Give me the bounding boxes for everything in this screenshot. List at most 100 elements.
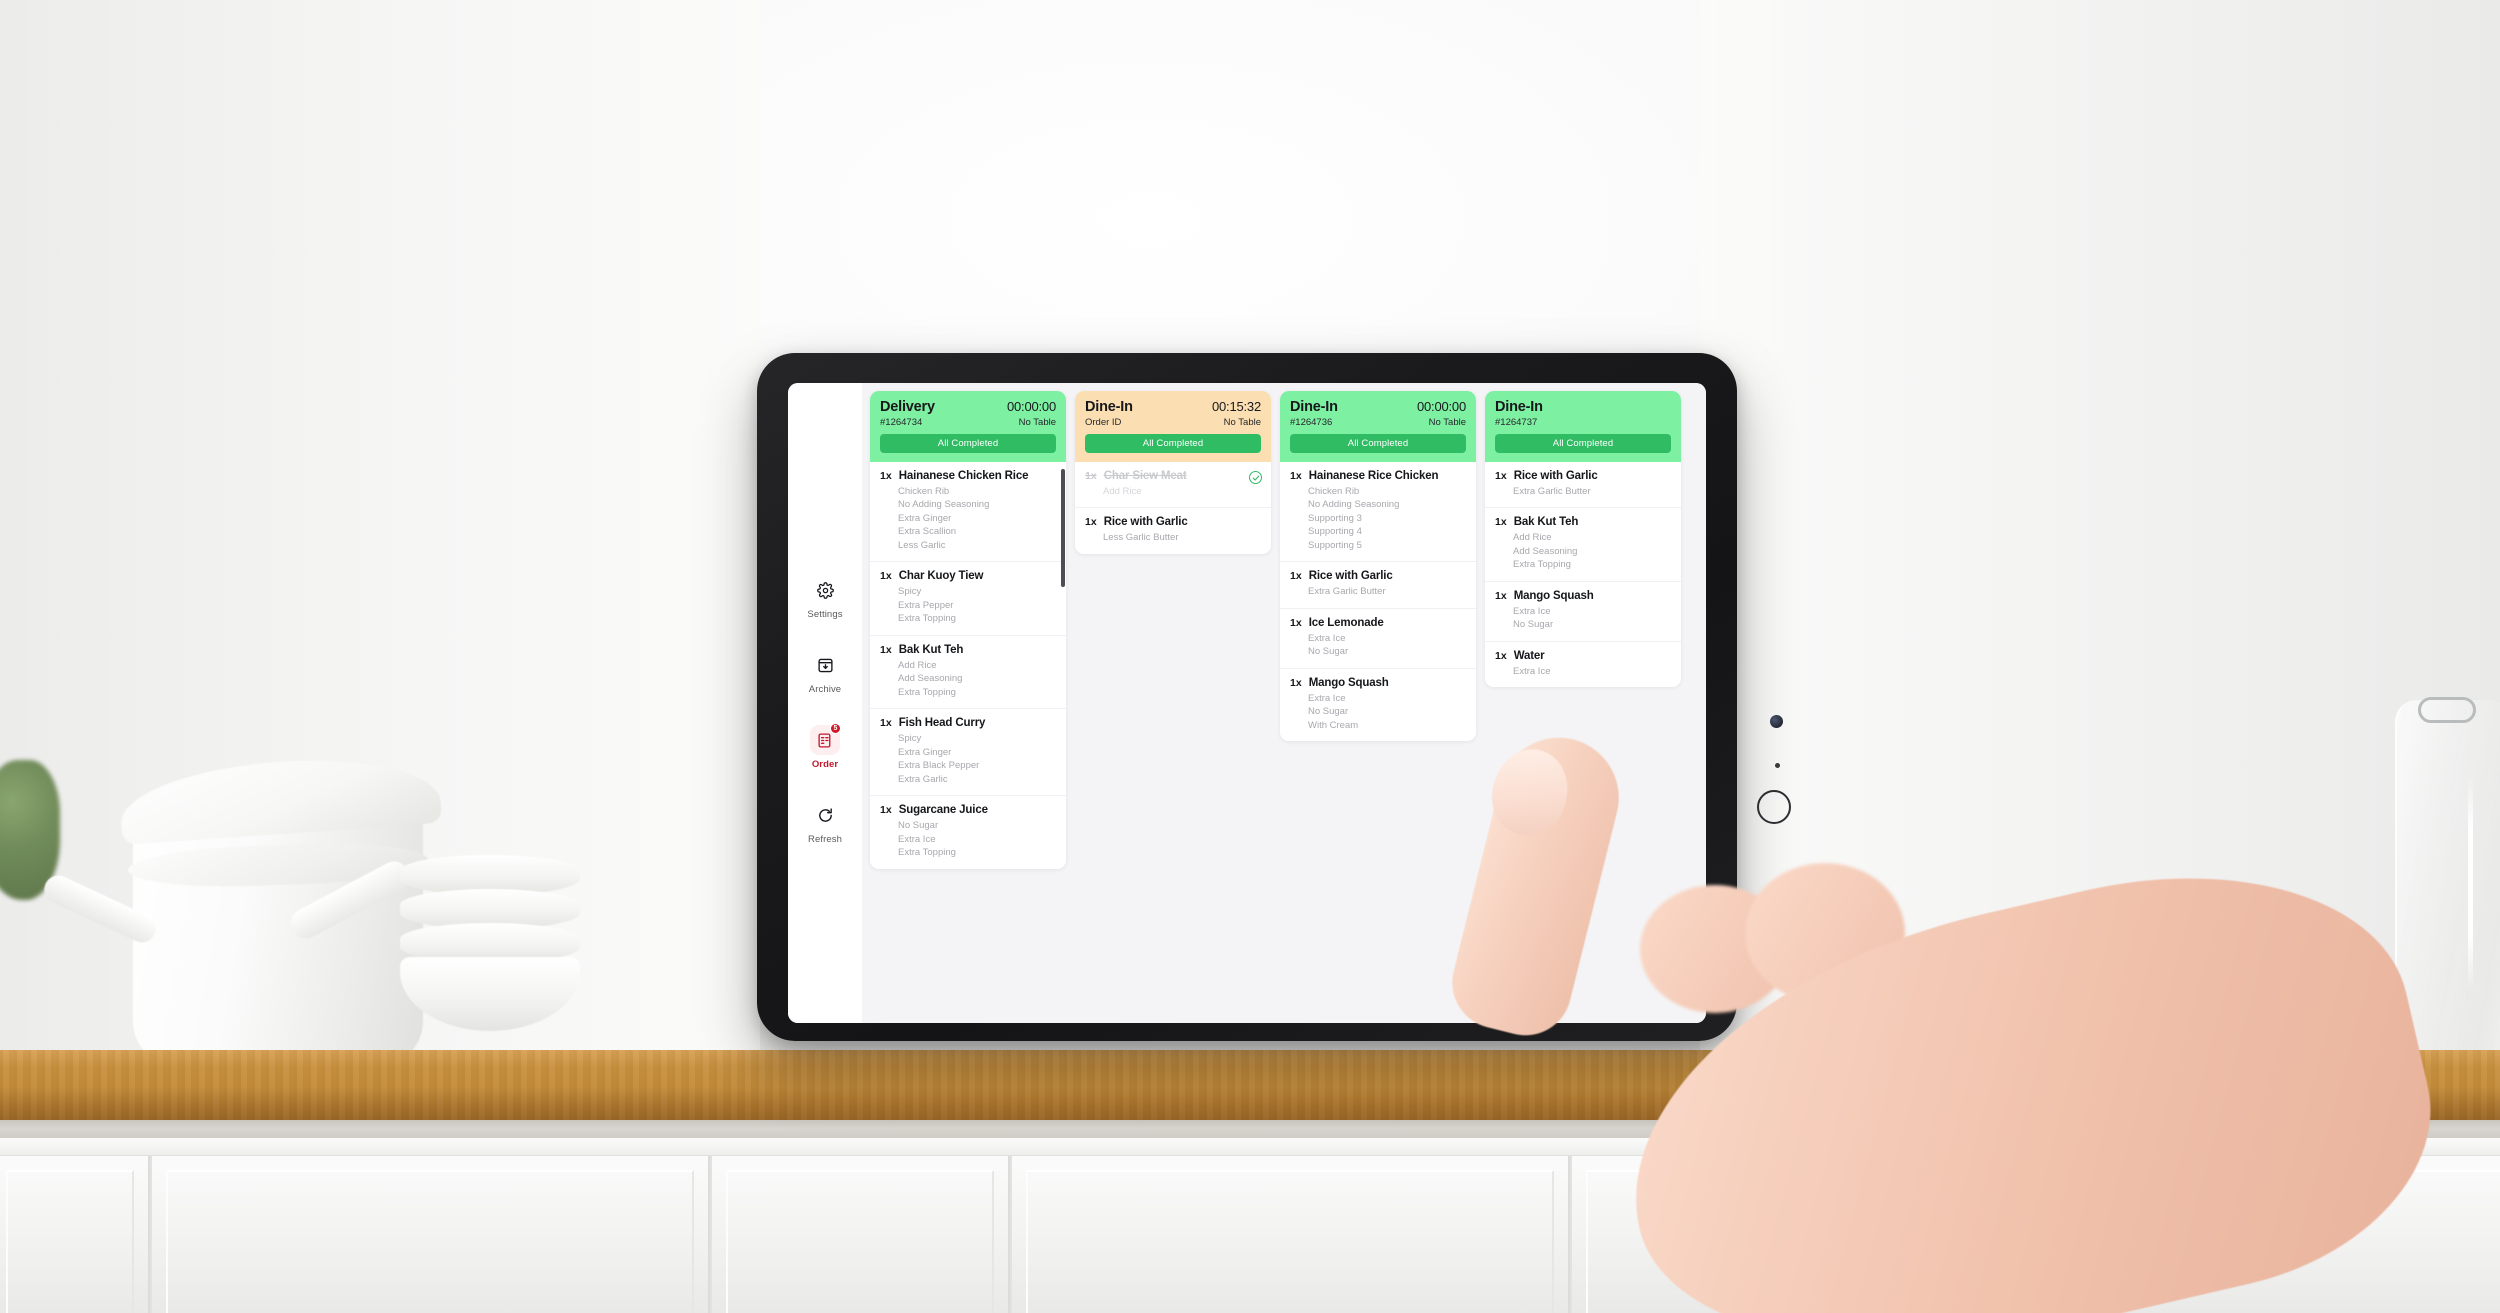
all-completed-button[interactable]: All Completed [1495, 434, 1671, 453]
refresh-icon [810, 800, 840, 830]
item-modifier: Chicken Rib [898, 486, 950, 497]
order-item[interactable]: 1x Water Extra Ice [1485, 642, 1681, 687]
all-completed-button[interactable]: All Completed [1085, 434, 1261, 453]
item-modifier-list: Less Garlic Butter [1085, 531, 1261, 544]
order-type: Dine-In [1085, 399, 1133, 415]
item-modifier: Extra Garlic Butter [1308, 586, 1386, 598]
order-item[interactable]: 1x Ice Lemonade Extra Ice No Sugar [1280, 609, 1476, 669]
item-quantity: 1x [1085, 516, 1097, 529]
order-meta-row: #1264734 No Table [880, 417, 1056, 428]
order-meta-row: Order ID No Table [1085, 417, 1261, 428]
sidebar-item-archive[interactable]: Archive [788, 650, 862, 695]
order-item[interactable]: 1x Sugarcane Juice No Sugar Extra Ice Extr… [870, 796, 1066, 868]
gear-icon [810, 575, 840, 605]
item-quantity: 1x [1290, 570, 1302, 583]
order-meta-row: #1264736 No Table [1290, 417, 1466, 428]
item-name: Char Kuoy Tiew [898, 570, 984, 583]
item-quantity: 1x [880, 470, 892, 482]
item-modifier: Chicken Rib [1308, 486, 1360, 497]
item-modifier: Supporting 5 [1308, 539, 1362, 551]
item-modifier: Less Garlic Butter [1103, 532, 1179, 544]
sidebar-item-label: Archive [808, 684, 842, 695]
order-item[interactable]: 1x Char Siew Meat Add Rice [1075, 462, 1271, 509]
item-modifier: Add Rice [1103, 486, 1142, 497]
order-item-title-row: 1x Mango Squash [1290, 677, 1466, 689]
order-item-list: 1x Char Siew Meat Add Rice 1x Rice with … [1075, 462, 1271, 554]
bowl-stack-left [400, 855, 580, 1055]
order-card[interactable]: Dine-In 00:15:32 Order ID No Table All C… [1075, 391, 1271, 554]
item-modifier-list: Extra Garlic Butter [1495, 485, 1671, 498]
order-item[interactable]: 1x Bak Kut Teh Add Rice Add Seasoning Extr… [1485, 508, 1681, 582]
order-table: No Table [1428, 417, 1466, 428]
wall-shadow-right [1700, 0, 2500, 1075]
item-completed-check-icon [1249, 471, 1262, 484]
order-item[interactable]: 1x Char Kuoy Tiew Spicy Extra Pepper Extra… [870, 562, 1066, 636]
sidebar-item-settings[interactable]: Settings [788, 575, 862, 620]
item-modifier-list: Extra Ice [1495, 665, 1671, 678]
item-modifier: Extra Ice [898, 833, 936, 845]
order-item[interactable]: 1x Bak Kut Teh Add Rice Add Seasoning Extr… [870, 636, 1066, 710]
order-timer: 00:00:00 [1416, 399, 1466, 414]
item-modifier-list: Extra Ice No Sugar [1290, 632, 1466, 659]
item-modifier: Extra Pepper [898, 599, 954, 611]
item-modifier: No Sugar [1308, 706, 1349, 718]
order-type-row: Dine-In 00:15:32 [1085, 399, 1261, 415]
sidebar-item-list: Settings Archive 5 Order Refresh [788, 575, 862, 875]
item-modifier: Extra Ice [1308, 632, 1346, 644]
sidebar-item-order[interactable]: 5 Order [788, 723, 862, 770]
order-item[interactable]: 1x Hainanese Rice Chicken Chicken Rib No … [1280, 462, 1476, 563]
order-id: #1264737 [1495, 417, 1538, 428]
all-completed-button[interactable]: All Completed [880, 434, 1056, 453]
item-modifier: Spicy [898, 733, 922, 745]
order-list-icon: 5 [810, 723, 841, 755]
item-name: Sugarcane Juice [898, 804, 988, 817]
sidebar-item-label: Refresh [808, 834, 842, 845]
order-item[interactable]: 1x Fish Head Curry Spicy Extra Ginger Extr… [870, 709, 1066, 797]
item-modifier: Extra Ginger [898, 512, 952, 524]
order-board[interactable]: Delivery 00:00:00 #1264734 No Table All … [862, 383, 1706, 1023]
item-quantity: 1x [1495, 589, 1507, 602]
card-scrollbar[interactable] [1061, 469, 1065, 587]
order-item-title-row: 1x Fish Head Curry [880, 717, 1056, 729]
order-card[interactable]: Dine-In 00:00:00 #1264736 No Table All C… [1280, 391, 1476, 742]
item-modifier: Extra Topping [898, 613, 956, 625]
item-modifier: Add Rice [1513, 532, 1552, 544]
order-id: #1264736 [1290, 417, 1333, 428]
item-modifier: Extra Topping [898, 847, 956, 859]
order-item-title-row: 1x Bak Kut Teh [880, 644, 1056, 656]
item-modifier-list: Extra Ice No Sugar With Cream [1290, 692, 1466, 732]
jar-clip [2418, 697, 2476, 723]
order-item[interactable]: 1x Hainanese Chicken Rice Chicken Rib No … [870, 462, 1066, 563]
cabinet-door [150, 1156, 710, 1313]
cabinet-door [0, 1156, 150, 1313]
item-quantity: 1x [1085, 470, 1097, 482]
order-card[interactable]: Delivery 00:00:00 #1264734 No Table All … [870, 391, 1066, 869]
item-modifier-list: Add Rice Add Seasoning Extra Topping [880, 659, 1056, 699]
order-item-title-row: 1x Hainanese Rice Chicken [1290, 470, 1466, 482]
all-completed-button[interactable]: All Completed [1290, 434, 1466, 453]
order-card[interactable]: Dine-In #1264737 All Completed 1x Rice w… [1485, 391, 1681, 688]
item-modifier: Less Garlic [898, 539, 946, 551]
item-modifier: Extra Topping [898, 686, 956, 698]
order-item[interactable]: 1x Rice with Garlic Less Garlic Butter [1075, 508, 1271, 553]
home-button[interactable] [1757, 790, 1791, 824]
sidebar-nav: Settings Archive 5 Order Refresh [788, 383, 862, 1023]
order-item-title-row: 1x Ice Lemonade [1290, 617, 1466, 629]
item-modifier: Add Seasoning [1513, 545, 1578, 557]
item-quantity: 1x [880, 643, 892, 656]
item-modifier: No Adding Seasoning [898, 499, 990, 511]
item-modifier: Add Rice [898, 659, 937, 671]
item-modifier: Extra Topping [1513, 559, 1571, 571]
item-modifier-list: Spicy Extra Ginger Extra Black Pepper Extra… [880, 732, 1056, 786]
order-id: Order ID [1085, 417, 1122, 428]
order-item-title-row: 1x Rice with Garlic [1290, 570, 1466, 582]
order-item[interactable]: 1x Mango Squash Extra Ice No Sugar [1485, 582, 1681, 642]
sensor-dot-icon [1775, 763, 1780, 768]
order-table: No Table [1018, 417, 1056, 428]
sidebar-item-refresh[interactable]: Refresh [788, 800, 862, 845]
sidebar-item-label: Settings [807, 609, 843, 620]
order-item[interactable]: 1x Rice with Garlic Extra Garlic Butter [1485, 462, 1681, 509]
order-count-badge: 5 [830, 723, 841, 734]
order-item[interactable]: 1x Rice with Garlic Extra Garlic Butter [1280, 562, 1476, 609]
order-item[interactable]: 1x Mango Squash Extra Ice No Sugar With Cr… [1280, 669, 1476, 741]
